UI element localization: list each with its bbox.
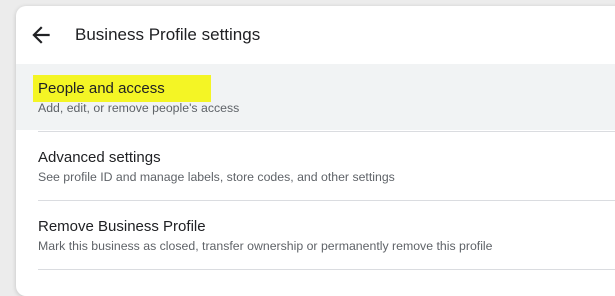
panel-header: Business Profile settings xyxy=(16,6,615,64)
divider xyxy=(38,131,615,132)
settings-item-people-and-access[interactable]: People and access Add, edit, or remove p… xyxy=(16,64,615,130)
settings-item-title: Remove Business Profile xyxy=(38,218,206,235)
page-title: Business Profile settings xyxy=(75,25,261,44)
settings-item-description: Add, edit, or remove people's access xyxy=(38,101,240,115)
settings-item-description: Mark this business as closed, transfer o… xyxy=(38,239,493,253)
settings-item-title: Advanced settings xyxy=(38,149,161,166)
settings-item-advanced-settings[interactable]: Advanced settings See profile ID and man… xyxy=(16,133,615,199)
settings-item-remove-business-profile[interactable]: Remove Business Profile Mark this busine… xyxy=(16,202,615,268)
divider xyxy=(38,269,615,270)
settings-item-description: See profile ID and manage labels, store … xyxy=(38,170,395,184)
back-button[interactable] xyxy=(28,22,54,48)
divider xyxy=(38,200,615,201)
arrow-back-icon xyxy=(32,26,50,44)
settings-panel: Business Profile settings People and acc… xyxy=(16,6,615,296)
settings-item-title: People and access xyxy=(38,80,165,97)
